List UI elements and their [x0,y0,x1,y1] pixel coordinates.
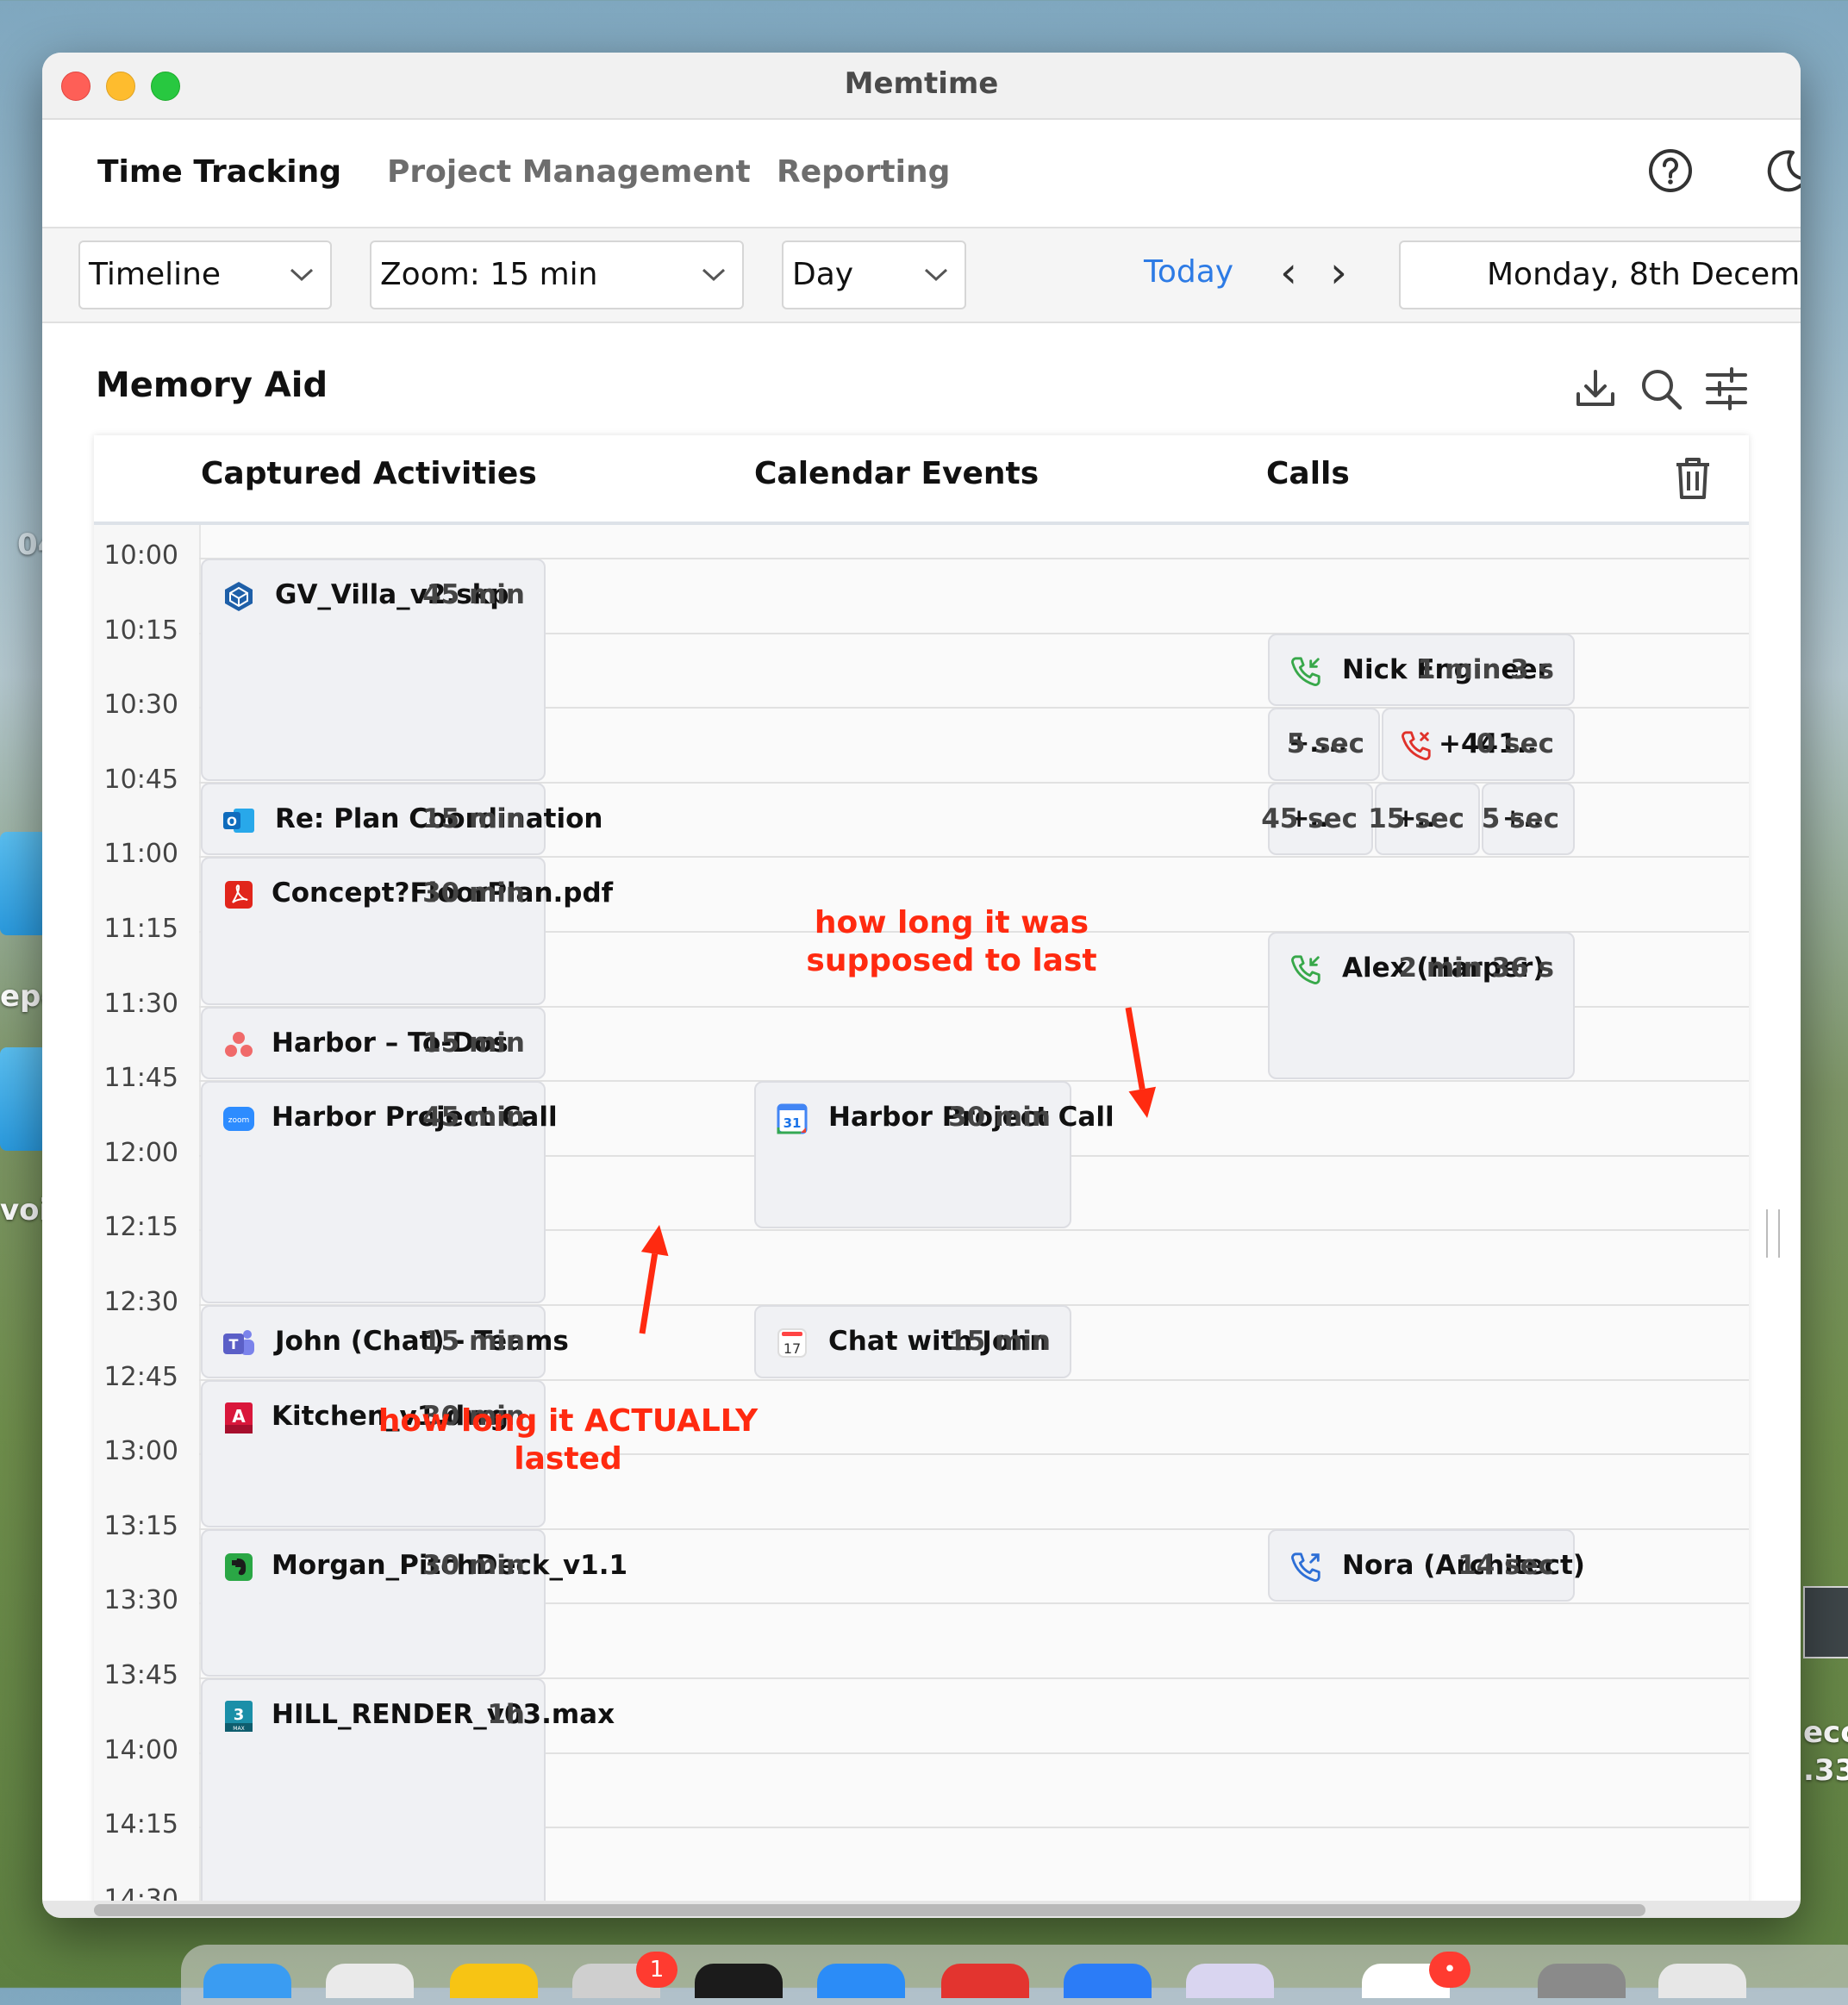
previous-day-button[interactable]: ‹ [1280,247,1297,297]
dock-app-icon[interactable] [1064,1964,1152,1998]
desktop-folder-icon[interactable] [0,832,47,935]
dock-app-icon[interactable] [450,1964,538,1998]
chevron-down-icon [290,268,314,282]
desktop-folder-icon[interactable] [0,1047,47,1151]
zoom-select-value: Zoom: 15 min [380,257,598,292]
dock-notification-badge: • [1429,1952,1470,1988]
range-select-value: Day [792,257,854,292]
tab-project-management[interactable]: Project Management [387,154,751,190]
chevron-down-icon [924,268,948,282]
captured-activities-header: Captured Activities [201,456,537,491]
memory-aid-panel: Captured Activities Calendar Events Call… [94,435,1749,1918]
section-title: Memory Aid [96,365,328,405]
dock-app-icon[interactable] [817,1964,905,1998]
dark-mode-moon-icon[interactable] [1764,147,1801,194]
tab-time-tracking[interactable]: Time Tracking [97,154,341,190]
chevron-down-icon [702,268,726,282]
search-icon[interactable] [1637,365,1685,413]
dock-notification-badge: 1 [636,1952,677,1988]
next-day-button[interactable]: › [1330,247,1347,297]
dock-app-icon[interactable] [1538,1964,1626,1998]
calls-header: Calls [1266,456,1350,491]
memtime-window: Memtime Time Tracking Project Management… [42,53,1801,1918]
vertical-splitter-handle[interactable] [1766,1209,1780,1258]
column-header-row: Captured Activities Calendar Events Call… [94,435,1749,525]
help-icon[interactable] [1647,147,1694,194]
dock-app-icon[interactable] [203,1964,291,1998]
desktop-label: .33 [1803,1753,1848,1788]
dock-app-icon[interactable] [695,1964,783,1998]
annotation-arrow-up [639,1225,669,1334]
desktop-file-thumbnail[interactable] [1803,1586,1848,1658]
view-select-value: Timeline [89,257,222,292]
download-icon[interactable] [1571,365,1620,413]
view-select[interactable]: Timeline [78,240,332,309]
desktop-label: ecc [1803,1715,1848,1750]
window-title: Memtime [844,66,999,101]
toolbar: Timeline Zoom: 15 min Day Today ‹ › Mond… [42,227,1801,323]
tab-reporting[interactable]: Reporting [777,154,950,190]
trash-icon[interactable] [1671,454,1714,503]
dock-app-icon[interactable] [941,1964,1029,1998]
dock-app-icon[interactable] [326,1964,414,1998]
calendar-events-header: Calendar Events [754,456,1040,491]
today-button[interactable]: Today [1144,254,1233,290]
timeline-grid: 10:00 10:15 10:30 10:45 11:00 11:15 11:30 11:45… [94,525,1749,1918]
horizontal-scrollbar-thumb[interactable] [94,1904,1645,1916]
dock-app-icon[interactable] [1186,1964,1274,1998]
title-bar: Memtime [42,53,1801,120]
range-select[interactable]: Day [782,240,966,309]
dock-app-icon[interactable] [1658,1964,1746,1998]
zoom-select[interactable]: Zoom: 15 min [370,240,744,309]
filter-sliders-icon[interactable] [1702,365,1751,413]
date-picker[interactable]: Monday, 8th Decemb [1399,240,1801,309]
